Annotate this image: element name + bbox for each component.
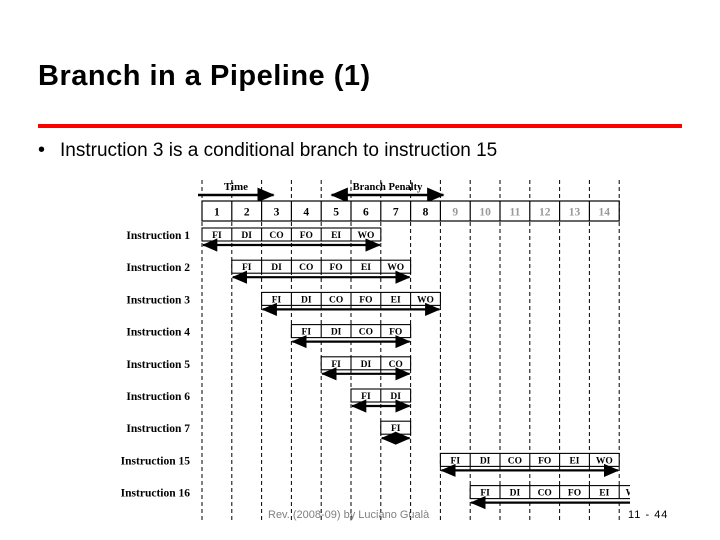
stage-label: FO	[568, 489, 581, 499]
cycle-number: 3	[274, 207, 280, 219]
stage-label: WO	[357, 231, 374, 241]
stage-label: CO	[508, 456, 522, 466]
stage-label: DI	[271, 263, 282, 273]
stage-label: FO	[359, 295, 372, 305]
stage-label: CO	[269, 231, 283, 241]
stage-label: EI	[599, 489, 609, 499]
stage-label: DI	[480, 456, 491, 466]
stage-label: EI	[361, 263, 371, 273]
row-label: Instruction 16	[121, 488, 191, 500]
stage-label: WO	[387, 263, 404, 273]
stage-label: CO	[389, 360, 403, 370]
row-label: Instruction 2	[126, 262, 190, 274]
slide: Branch in a Pipeline (1) • Instruction 3…	[0, 0, 720, 540]
stage-label: EI	[391, 295, 401, 305]
stage-label: FI	[361, 392, 371, 402]
row-label: Instruction 4	[126, 327, 190, 339]
row-label: Instruction 5	[126, 359, 190, 371]
stage-label: CO	[359, 328, 373, 338]
stage-label: DI	[390, 392, 401, 402]
cycle-number: 12	[539, 207, 551, 219]
time-label: Time	[224, 181, 248, 193]
stage-label: FI	[480, 489, 490, 499]
stage-label: FI	[451, 456, 461, 466]
stage-label: FI	[331, 360, 341, 370]
stage-label: FO	[329, 263, 342, 273]
stage-label: DI	[361, 360, 372, 370]
pipeline-diagram-svg: Time Branch Penalty1 2 3 4 5 6 7 8 9 10 11 12 13 14Ins…	[121, 180, 630, 521]
cycle-number: 9	[452, 207, 458, 219]
cycle-number: 2	[244, 207, 250, 219]
cycle-number: 6	[363, 207, 369, 219]
stage-label: DI	[510, 489, 521, 499]
bullet-marker: •	[38, 139, 46, 161]
row-label: Instruction 3	[126, 294, 190, 306]
stage-label: FO	[300, 231, 313, 241]
stage-label: DI	[241, 231, 252, 241]
stage-label: FI	[302, 328, 312, 338]
stage-label: WO	[596, 456, 613, 466]
stage-label: FI	[272, 295, 282, 305]
title-underline	[38, 124, 682, 128]
stage-label: WO	[626, 489, 630, 499]
footer-note: Rev. (2008-09) by Luciano Gualà	[268, 509, 430, 521]
row-label: Instruction 1	[126, 230, 190, 242]
cycle-number: 1	[214, 207, 220, 219]
stage-label: EI	[569, 456, 579, 466]
stage-label: FO	[389, 328, 402, 338]
row-label: Instruction 7	[126, 423, 190, 435]
stage-label: EI	[331, 231, 341, 241]
cycle-number: 5	[333, 207, 339, 219]
cycle-number: 14	[599, 207, 611, 219]
row-label: Instruction 6	[126, 391, 190, 403]
stage-label: FO	[538, 456, 551, 466]
stage-label: DI	[301, 295, 312, 305]
cycle-number: 10	[479, 207, 491, 219]
stage-label: WO	[417, 295, 434, 305]
stage-label: CO	[329, 295, 343, 305]
stage-label: DI	[331, 328, 342, 338]
row-label: Instruction 15	[121, 455, 191, 467]
stage-label: FI	[242, 263, 252, 273]
page-title: Branch in a Pipeline (1)	[38, 60, 371, 92]
bullet-label: Instruction 3 is a conditional branch to…	[60, 140, 498, 161]
cycle-number: 13	[569, 207, 581, 219]
branch-penalty-label: Branch Penalty	[353, 182, 423, 193]
cycle-number: 4	[303, 207, 309, 219]
cycle-number: 11	[509, 207, 520, 219]
stage-label: FI	[212, 231, 222, 241]
bullet-item: • Instruction 3 is a conditional branch …	[38, 140, 698, 162]
cycle-number: 7	[393, 207, 399, 219]
cycle-number: 8	[423, 207, 429, 219]
pipeline-diagram: Time Branch Penalty 1 2 3 4 5 6 7 8 9 10 11 12 13 14 Ins…	[90, 176, 630, 521]
footer-page-number: 11 - 44	[628, 509, 669, 521]
stage-label: FI	[391, 424, 401, 434]
stage-label: CO	[538, 489, 552, 499]
stage-label: CO	[299, 263, 313, 273]
